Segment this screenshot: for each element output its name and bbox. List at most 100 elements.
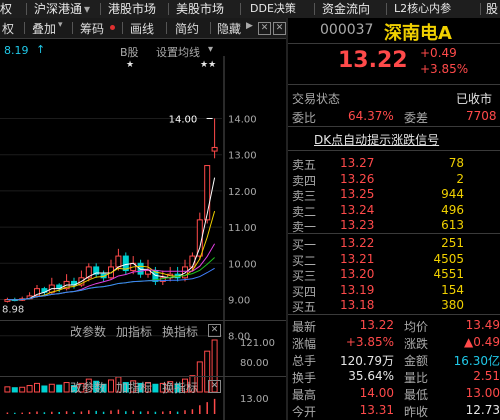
ask-row[interactable]: 卖五 13.27 78: [288, 156, 500, 172]
add-indicator-button[interactable]: 加指标: [116, 323, 152, 340]
bid-price: 13.18: [340, 298, 375, 312]
bid-volume: 380: [441, 298, 464, 312]
bid-price: 13.20: [340, 267, 375, 281]
price-axis-label: 13.00: [228, 151, 257, 162]
bid-volume: 4551: [433, 267, 464, 281]
bid-row[interactable]: 买一 13.22 251: [288, 236, 500, 252]
chips-button[interactable]: 筹码: [80, 20, 104, 37]
bid-row[interactable]: 买五 13.18 380: [288, 298, 500, 314]
status-label: 交易状态: [292, 92, 341, 106]
stat-value: 13.49: [465, 318, 500, 332]
ask-price: 13.24: [340, 202, 375, 217]
close-icon[interactable]: ✕: [208, 324, 221, 337]
menu-divider: [168, 3, 169, 15]
swap-indicator-button[interactable]: 换指标: [162, 379, 198, 396]
edit-params-button[interactable]: 改参数: [70, 379, 106, 396]
stat-value: 14.00: [359, 386, 394, 400]
ask-price: 13.23: [340, 218, 375, 232]
stat-label: 最高: [292, 388, 317, 402]
stat-value: 13.00: [465, 386, 500, 400]
bid-label: 买四: [292, 284, 317, 299]
expand-arrow-icon[interactable]: ▶: [246, 21, 253, 31]
ask-volume: 2: [456, 171, 464, 186]
chevron-down-icon[interactable]: ▾: [58, 20, 63, 30]
simple-mode-button[interactable]: 简约: [175, 20, 199, 37]
ask-row[interactable]: 卖四 13.26 2: [288, 171, 500, 188]
chevron-down-icon[interactable]: ▾: [208, 44, 213, 55]
draw-line-button[interactable]: 画线: [130, 20, 154, 37]
kline-chart-panel[interactable]: 权 叠加 ▾ 筹码 画线 简约 隐藏 ▶ ✕ ✕ 8.19 ↑ B股 设置均线 …: [0, 18, 286, 420]
volume-toolbar: 改参数 加指标 换指标 ✕: [0, 320, 286, 339]
menu-item-l2[interactable]: L2核心内参: [394, 0, 451, 18]
edit-params-button[interactable]: 改参数: [70, 323, 106, 340]
stat-label: 涨幅: [292, 337, 317, 351]
bid-row[interactable]: 买二 13.21 4505: [288, 251, 500, 268]
bid-price: 13.21: [340, 251, 375, 266]
menu-divider: [26, 3, 27, 15]
top-menu-bar: 权 沪深港通 ▾ 港股市场 美股市场 DDE决策 资金流向 L2核心内参 股: [0, 0, 500, 19]
close-icon[interactable]: ✕: [273, 22, 286, 35]
bid-volume: 154: [441, 282, 464, 297]
menu-item-hk-connect[interactable]: 沪深港通: [34, 0, 82, 18]
menu-divider: [210, 22, 211, 34]
stat-label: 金额: [404, 354, 429, 368]
dk-signal-link[interactable]: DK点自动提示涨跌信号: [314, 131, 439, 148]
menu-item-dde[interactable]: DDE决策: [250, 0, 296, 18]
divider: [288, 314, 500, 315]
ask-price: 13.25: [340, 187, 375, 201]
stat-value: ▲0.49: [464, 335, 500, 349]
last-price: 13.22: [338, 48, 408, 73]
price-axis-label: 10.00: [228, 259, 257, 270]
price-axis-label: 14.00: [228, 114, 257, 125]
menu-divider: [386, 3, 387, 15]
bid-volume: 251: [441, 236, 464, 250]
vol-axis-label: 121.00: [240, 338, 275, 349]
close-icon[interactable]: ✕: [258, 22, 271, 35]
stat-label: 总手: [292, 354, 317, 368]
candle-body: [211, 146, 218, 152]
stat-value: 35.64%: [348, 369, 394, 383]
ask-row[interactable]: 卖三 13.25 944: [288, 187, 500, 203]
add-indicator-button[interactable]: 加指标: [116, 379, 152, 396]
menu-item-0[interactable]: 权: [0, 0, 12, 18]
stat-label: 均价: [404, 320, 429, 334]
bid-label: 买二: [292, 253, 317, 268]
divider: [288, 233, 500, 234]
stat-value: 13.22: [359, 318, 394, 332]
hide-button[interactable]: 隐藏: [217, 20, 241, 37]
menu-item-us-market[interactable]: 美股市场: [176, 0, 224, 18]
ask-row[interactable]: 卖一 13.23 613: [288, 218, 500, 234]
stat-value: 13.31: [359, 403, 394, 417]
ask-label: 卖三: [292, 189, 317, 203]
chevron-down-icon[interactable]: ▾: [84, 0, 90, 18]
stat-value: 16.30亿: [453, 354, 500, 368]
stat-value: 120.79万: [340, 354, 394, 368]
ask-row[interactable]: 卖二 13.24 496: [288, 202, 500, 219]
ask-label: 卖二: [292, 204, 317, 219]
menu-item-fund-flow[interactable]: 资金流向: [322, 0, 370, 18]
menu-divider: [72, 22, 73, 34]
close-icon[interactable]: ✕: [208, 380, 221, 393]
webi-label: 委比: [292, 111, 317, 125]
ask-price: 13.27: [340, 156, 375, 170]
bid-label: 买一: [292, 238, 317, 252]
toolbar-item-0[interactable]: 权: [2, 20, 14, 37]
bid-row[interactable]: 买三 13.20 4551: [288, 267, 500, 283]
low-label: 8.98: [2, 304, 24, 315]
bid-label: 买五: [292, 300, 317, 314]
ask-label: 卖五: [292, 158, 317, 172]
menu-item-stock[interactable]: 股: [486, 0, 498, 18]
candle-body: [115, 255, 122, 268]
stat-label: 最新: [292, 320, 317, 334]
stat-label: 涨跌: [404, 337, 429, 351]
bid-row[interactable]: 买四 13.19 154: [288, 282, 500, 299]
stat-value: 12.73: [465, 403, 500, 417]
price-axis-label: 9.00: [228, 296, 250, 307]
swap-indicator-button[interactable]: 换指标: [162, 323, 198, 340]
price-axis-label: 11.00: [228, 223, 257, 234]
overlay-button[interactable]: 叠加: [32, 20, 56, 37]
ask-volume: 944: [441, 187, 464, 201]
menu-divider: [166, 22, 167, 34]
ask-volume: 496: [441, 202, 464, 217]
menu-item-hk-market[interactable]: 港股市场: [108, 0, 156, 18]
